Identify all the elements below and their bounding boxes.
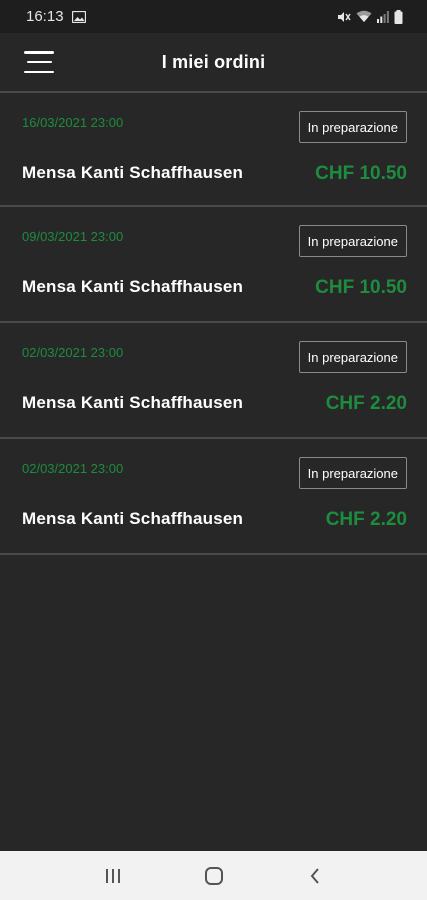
status-time: 16:13 xyxy=(26,8,64,25)
order-status-badge: In preparazione xyxy=(298,225,407,257)
home-icon[interactable] xyxy=(194,856,234,896)
order-item[interactable]: 02/03/2021 23:00 In preparazione Mensa K… xyxy=(0,439,427,555)
order-price: CHF 10.50 xyxy=(315,277,407,298)
recents-icon[interactable] xyxy=(93,856,133,896)
order-restaurant-name: Mensa Kanti Schaffhausen xyxy=(22,393,244,412)
status-left: 16:13 xyxy=(26,8,86,25)
order-date: 16/03/2021 23:00 xyxy=(22,115,124,130)
battery-icon xyxy=(394,9,403,24)
order-status-badge: In preparazione xyxy=(298,457,407,489)
order-restaurant-name: Mensa Kanti Schaffhausen xyxy=(22,277,244,296)
back-icon[interactable] xyxy=(295,856,335,896)
gallery-icon xyxy=(71,10,86,23)
order-date: 02/03/2021 23:00 xyxy=(22,461,124,476)
status-right xyxy=(337,9,403,24)
orders-list: 16/03/2021 23:00 In preparazione Mensa K… xyxy=(0,91,427,555)
order-restaurant-name: Mensa Kanti Schaffhausen xyxy=(22,509,244,528)
order-item[interactable]: 16/03/2021 23:00 In preparazione Mensa K… xyxy=(0,91,427,207)
page-title: I miei ordini xyxy=(161,51,266,72)
order-price: CHF 2.20 xyxy=(325,393,407,414)
status-bar: 16:13 xyxy=(0,0,427,33)
order-date: 09/03/2021 23:00 xyxy=(22,229,124,244)
order-date: 02/03/2021 23:00 xyxy=(22,345,124,360)
order-price: CHF 10.50 xyxy=(315,163,407,184)
signal-icon xyxy=(377,10,389,23)
order-status-badge: In preparazione xyxy=(298,341,407,373)
app-bar: I miei ordini xyxy=(0,33,427,91)
menu-icon[interactable] xyxy=(24,51,54,73)
order-price: CHF 2.20 xyxy=(325,509,407,530)
mute-icon xyxy=(337,10,351,24)
wifi-icon xyxy=(356,10,372,23)
order-restaurant-name: Mensa Kanti Schaffhausen xyxy=(22,163,244,182)
order-status-badge: In preparazione xyxy=(298,111,407,143)
order-item[interactable]: 09/03/2021 23:00 In preparazione Mensa K… xyxy=(0,207,427,323)
order-item[interactable]: 02/03/2021 23:00 In preparazione Mensa K… xyxy=(0,323,427,439)
system-nav-bar xyxy=(0,851,427,900)
